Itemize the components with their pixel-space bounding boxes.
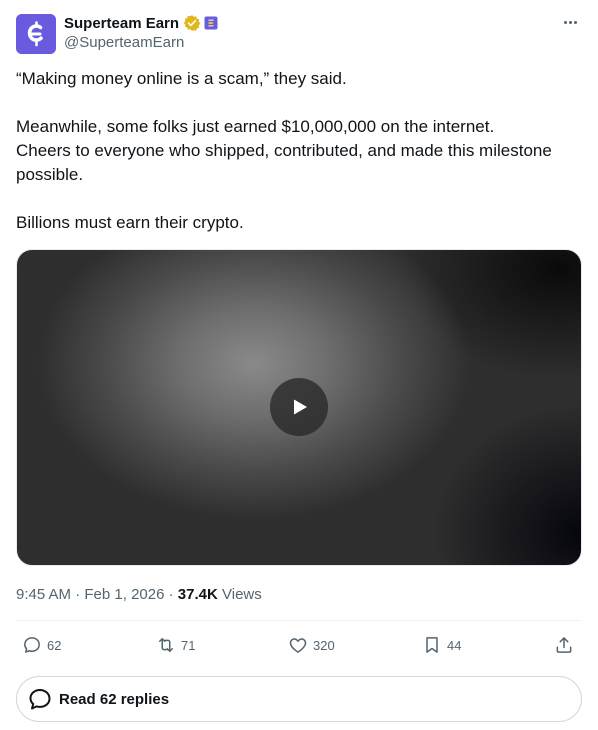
tweet-line: Meanwhile, some folks just earned $10,00… [16,117,495,136]
views-label: Views [222,586,262,603]
repost-icon [159,638,173,652]
tweet-text: “Making money online is a scam,” they sa… [16,67,582,235]
speech-bubble-icon [27,686,53,712]
tweet-line: “Making money online is a scam,” they sa… [16,69,347,88]
tweet-time[interactable]: 9:45 AM [16,586,71,603]
tweet-line: Cheers to everyone who shipped, contribu… [16,141,552,184]
meta-separator: · [168,586,178,603]
share-icon [556,637,572,653]
bookmark-count: 44 [447,637,462,653]
display-name[interactable]: Superteam Earn [64,15,179,32]
avatar[interactable] [16,14,56,54]
tweet-date[interactable]: Feb 1, 2026 [84,586,164,603]
views-count: 37.4K [177,586,218,603]
tweet-line: Billions must earn their crypto. [16,213,244,232]
name-row: Superteam Earn [64,13,218,33]
video-player[interactable] [16,249,582,566]
read-replies-button[interactable]: Read 62 replies [16,676,582,722]
reply-icon [24,637,40,653]
divider [16,620,582,621]
more-options-icon[interactable] [560,12,580,32]
meta-separator: · [75,586,85,603]
reply-count: 62 [47,637,62,653]
repost-button[interactable]: 71 [156,630,195,660]
like-count: 320 [313,637,335,653]
affiliate-badge-icon[interactable] [204,16,218,30]
action-bar: 62 71 320 44 [16,630,582,660]
play-icon[interactable] [270,378,328,436]
reply-button[interactable]: 62 [22,630,61,660]
repost-count: 71 [181,637,196,653]
bookmark-button[interactable]: 44 [422,630,461,660]
verified-badge-icon [183,14,201,32]
handle[interactable]: @SuperteamEarn [64,34,184,51]
like-button[interactable]: 320 [288,630,335,660]
tweet-meta: 9:45 AM · Feb 1, 2026 · 37.4K Views [16,585,262,605]
tweet-header: Superteam Earn @SuperteamEarn [16,12,582,56]
share-button[interactable] [554,630,574,660]
bookmark-icon [426,637,438,653]
read-replies-label: Read 62 replies [59,690,170,708]
heart-icon [289,638,307,653]
superteam-logo-icon [16,14,56,54]
